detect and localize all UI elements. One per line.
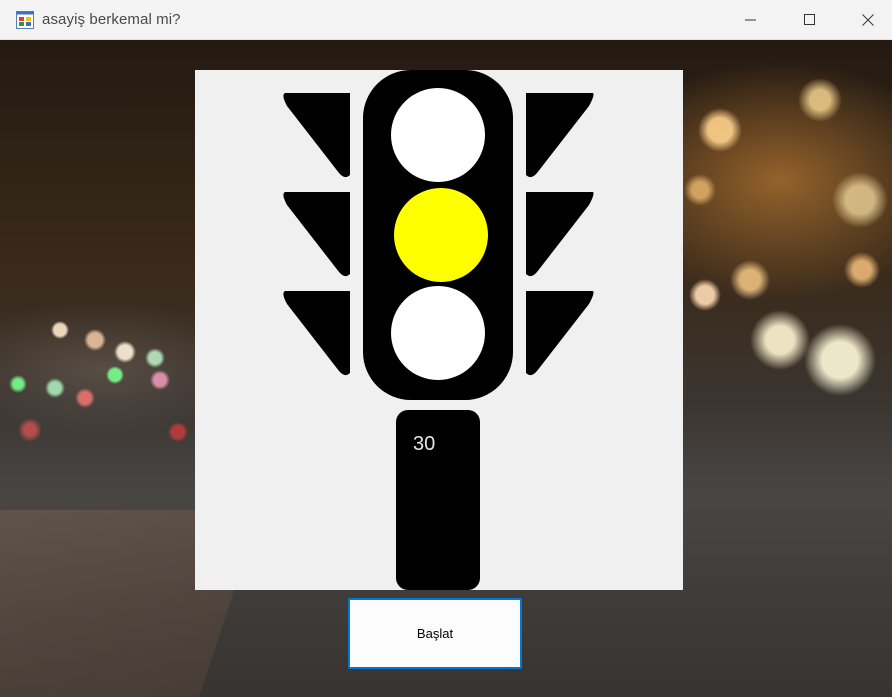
windows-form-icon (16, 11, 34, 29)
lamp-middle (394, 188, 488, 282)
maximize-button[interactable] (781, 0, 839, 40)
countdown-counter: 30 (413, 433, 436, 455)
maximize-icon (804, 14, 815, 25)
lamp-top (391, 88, 485, 182)
minimize-button[interactable] (722, 0, 780, 40)
minimize-icon (745, 19, 756, 21)
form-client-area: 30 Başlat (0, 40, 892, 697)
right-visor-bottom (526, 291, 594, 376)
left-visor-bottom (283, 291, 350, 376)
left-visor-middle (283, 192, 350, 277)
lamp-bottom (391, 286, 485, 380)
title-bar[interactable]: asayiş berkemal mi? (0, 0, 892, 40)
left-visor-top (283, 93, 350, 178)
traffic-light-panel: 30 (195, 70, 683, 590)
right-visor-middle (526, 192, 594, 277)
close-button[interactable] (839, 0, 892, 40)
start-button[interactable]: Başlat (348, 598, 522, 669)
traffic-light-drawing (283, 70, 594, 590)
close-icon (862, 14, 874, 26)
right-visor-top (526, 93, 594, 178)
window-title: asayiş berkemal mi? (42, 11, 181, 28)
counter-box (396, 410, 480, 590)
app-window: asayiş berkemal mi? 30 Başlat (0, 0, 892, 697)
